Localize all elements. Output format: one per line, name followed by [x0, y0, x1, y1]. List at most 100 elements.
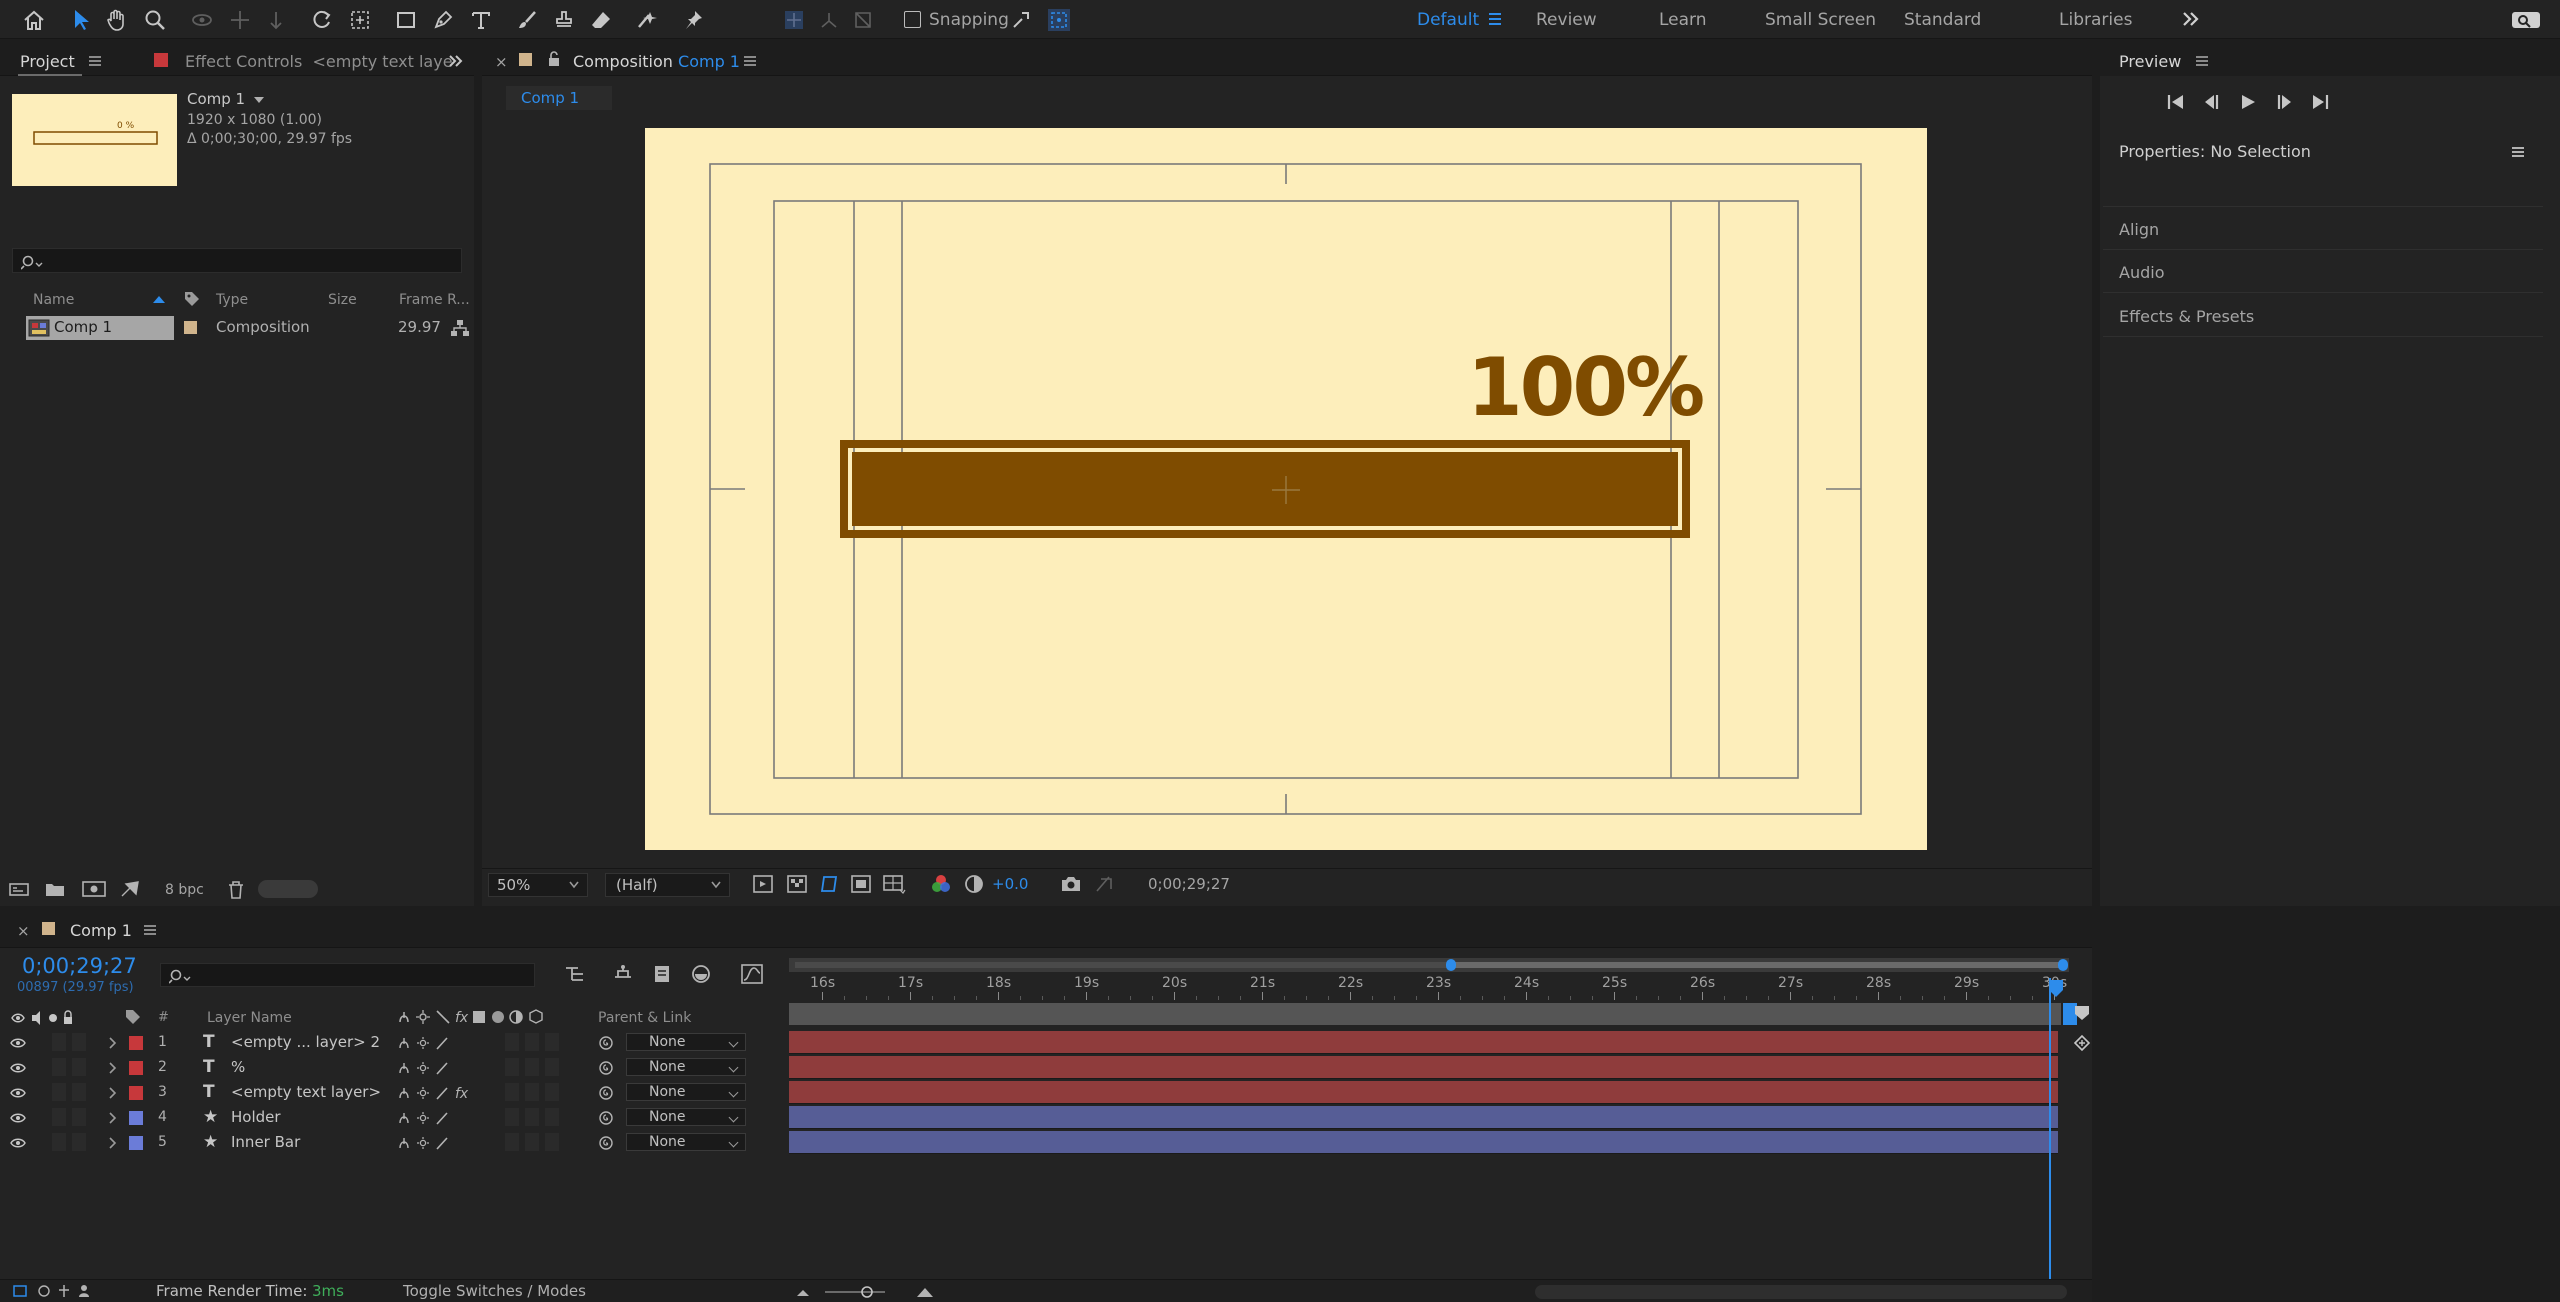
comp-marker-bin-icon[interactable]	[2073, 1004, 2091, 1022]
layer-switch-icons[interactable]	[397, 1060, 487, 1076]
pen-tool-icon[interactable]	[426, 3, 460, 37]
reset-exposure-icon[interactable]	[963, 873, 985, 895]
percent-text[interactable]: 100%	[1467, 348, 1705, 428]
col-frame-rate[interactable]: Frame R...	[399, 292, 470, 308]
world-axis-icon[interactable]	[812, 3, 846, 37]
motion-blur-switch[interactable]	[505, 1058, 519, 1076]
panel-overflow-icon[interactable]	[448, 52, 464, 70]
comp-info-dropdown-icon[interactable]	[253, 95, 265, 105]
layer-label-swatch[interactable]	[129, 1086, 143, 1100]
layer-duration-bar[interactable]	[789, 1031, 2058, 1053]
home-icon[interactable]	[17, 3, 51, 37]
layer-switch-icons[interactable]	[397, 1035, 487, 1051]
new-folder-icon[interactable]	[44, 880, 66, 898]
bpc-toggle[interactable]: 8 bpc	[165, 883, 204, 897]
preview-menu-icon[interactable]	[2195, 54, 2209, 68]
interpret-footage-icon[interactable]	[8, 880, 30, 898]
view-axis-icon[interactable]	[846, 3, 880, 37]
layer-marker-icon[interactable]	[2072, 1033, 2092, 1053]
pick-whip-icon[interactable]	[598, 1135, 614, 1151]
layer-row[interactable]: 2 T % None	[0, 1055, 790, 1080]
parent-dropdown[interactable]: None	[626, 1083, 746, 1101]
dolly-camera-icon[interactable]	[259, 3, 293, 37]
motion-blur-switch[interactable]	[505, 1083, 519, 1101]
rotation-tool-icon[interactable]	[305, 3, 339, 37]
thumbnail-slider[interactable]	[258, 880, 318, 898]
layer-duration-bar[interactable]	[789, 1056, 2058, 1078]
3d-layer-switch[interactable]	[545, 1058, 559, 1076]
grid-guides-icon[interactable]	[882, 873, 906, 895]
roto-brush-tool-icon[interactable]	[630, 3, 664, 37]
adjustment-switch[interactable]	[525, 1133, 539, 1151]
solo-switch[interactable]	[52, 1033, 66, 1051]
project-search-input[interactable]	[12, 248, 462, 273]
effect-controls-tab[interactable]: Effect Controls <empty text laye	[185, 52, 453, 71]
composition-tab[interactable]: Composition Comp 1	[573, 52, 740, 71]
fast-previews-icon[interactable]	[752, 873, 774, 895]
project-tab-menu-icon[interactable]	[88, 54, 102, 68]
mask-visibility-icon[interactable]	[818, 873, 840, 895]
audio-section[interactable]: Audio	[2103, 253, 2543, 293]
workspace-menu-icon[interactable]	[1487, 10, 1503, 28]
motion-blur-switch[interactable]	[505, 1133, 519, 1151]
layer-name[interactable]: Holder	[231, 1110, 281, 1125]
layer-name[interactable]: %	[231, 1060, 245, 1075]
graph-editor-icon[interactable]	[740, 963, 764, 985]
comp-flow-breadcrumb[interactable]: Comp 1	[506, 86, 612, 110]
motion-blur-switch[interactable]	[505, 1033, 519, 1051]
pan-camera-icon[interactable]	[223, 3, 257, 37]
lock-switch[interactable]	[72, 1083, 86, 1101]
transparency-grid-icon[interactable]	[786, 873, 808, 895]
resolution-dropdown[interactable]: (Half)	[605, 873, 730, 897]
parent-dropdown[interactable]: None	[626, 1133, 746, 1151]
lock-switch[interactable]	[72, 1108, 86, 1126]
pick-whip-icon[interactable]	[598, 1085, 614, 1101]
work-area-bar[interactable]	[1450, 962, 2064, 968]
pan-behind-tool-icon[interactable]	[343, 3, 377, 37]
adjustment-switch[interactable]	[525, 1083, 539, 1101]
chevron-right-icon[interactable]	[108, 1112, 118, 1124]
zoom-tool-icon[interactable]	[138, 3, 172, 37]
layer-duration-bar[interactable]	[789, 1131, 2058, 1153]
next-frame-icon[interactable]	[2274, 92, 2294, 112]
close-tab-icon[interactable]: ×	[495, 55, 508, 70]
work-area-strip[interactable]	[789, 1003, 2061, 1025]
previous-frame-icon[interactable]	[2202, 92, 2222, 112]
playhead-line[interactable]	[2049, 978, 2051, 1279]
layer-row[interactable]: 3 T <empty text layer> fx None	[0, 1080, 790, 1105]
chevron-right-icon[interactable]	[108, 1037, 118, 1049]
layer-name[interactable]: <empty ... layer> 2	[231, 1035, 380, 1050]
zoom-dropdown[interactable]: 50%	[488, 873, 588, 897]
trash-icon[interactable]	[227, 880, 245, 900]
col-layer-name[interactable]: Layer Name	[207, 1011, 292, 1025]
motion-blur-switch[interactable]	[505, 1108, 519, 1126]
timeline-menu-icon[interactable]	[143, 923, 157, 937]
layer-name[interactable]: Inner Bar	[231, 1135, 300, 1150]
work-area-end-handle[interactable]	[2058, 959, 2068, 971]
solo-switch[interactable]	[52, 1133, 66, 1151]
flowchart-icon[interactable]	[450, 318, 470, 338]
channels-icon[interactable]	[930, 873, 952, 895]
scroll-zoom-left[interactable]	[795, 962, 1450, 968]
comp-canvas[interactable]: 100%	[645, 128, 1927, 850]
snap-target-icon[interactable]	[1042, 3, 1076, 37]
render-queue-icon[interactable]	[120, 880, 142, 898]
align-axis-icon[interactable]	[777, 3, 811, 37]
toggle-switches-modes[interactable]: Toggle Switches / Modes	[403, 1284, 586, 1299]
chevron-right-icon[interactable]	[108, 1087, 118, 1099]
search-help-icon[interactable]	[2511, 10, 2541, 30]
snapshot-camera-icon[interactable]	[1060, 873, 1082, 895]
play-icon[interactable]	[2238, 92, 2258, 112]
region-of-interest-icon[interactable]	[850, 873, 872, 895]
viewer-timecode[interactable]: 0;00;29;27	[1148, 877, 1230, 892]
workspace-libraries[interactable]: Libraries	[2059, 10, 2132, 30]
3d-layer-switch[interactable]	[545, 1108, 559, 1126]
clone-stamp-tool-icon[interactable]	[547, 3, 581, 37]
layer-duration-bar[interactable]	[789, 1081, 2058, 1103]
workspace-review[interactable]: Review	[1536, 10, 1597, 30]
orbit-camera-icon[interactable]	[185, 3, 219, 37]
parent-dropdown[interactable]: None	[626, 1033, 746, 1051]
layer-label-swatch[interactable]	[129, 1036, 143, 1050]
chevron-right-icon[interactable]	[108, 1062, 118, 1074]
show-snapshot-icon[interactable]	[1093, 873, 1115, 895]
